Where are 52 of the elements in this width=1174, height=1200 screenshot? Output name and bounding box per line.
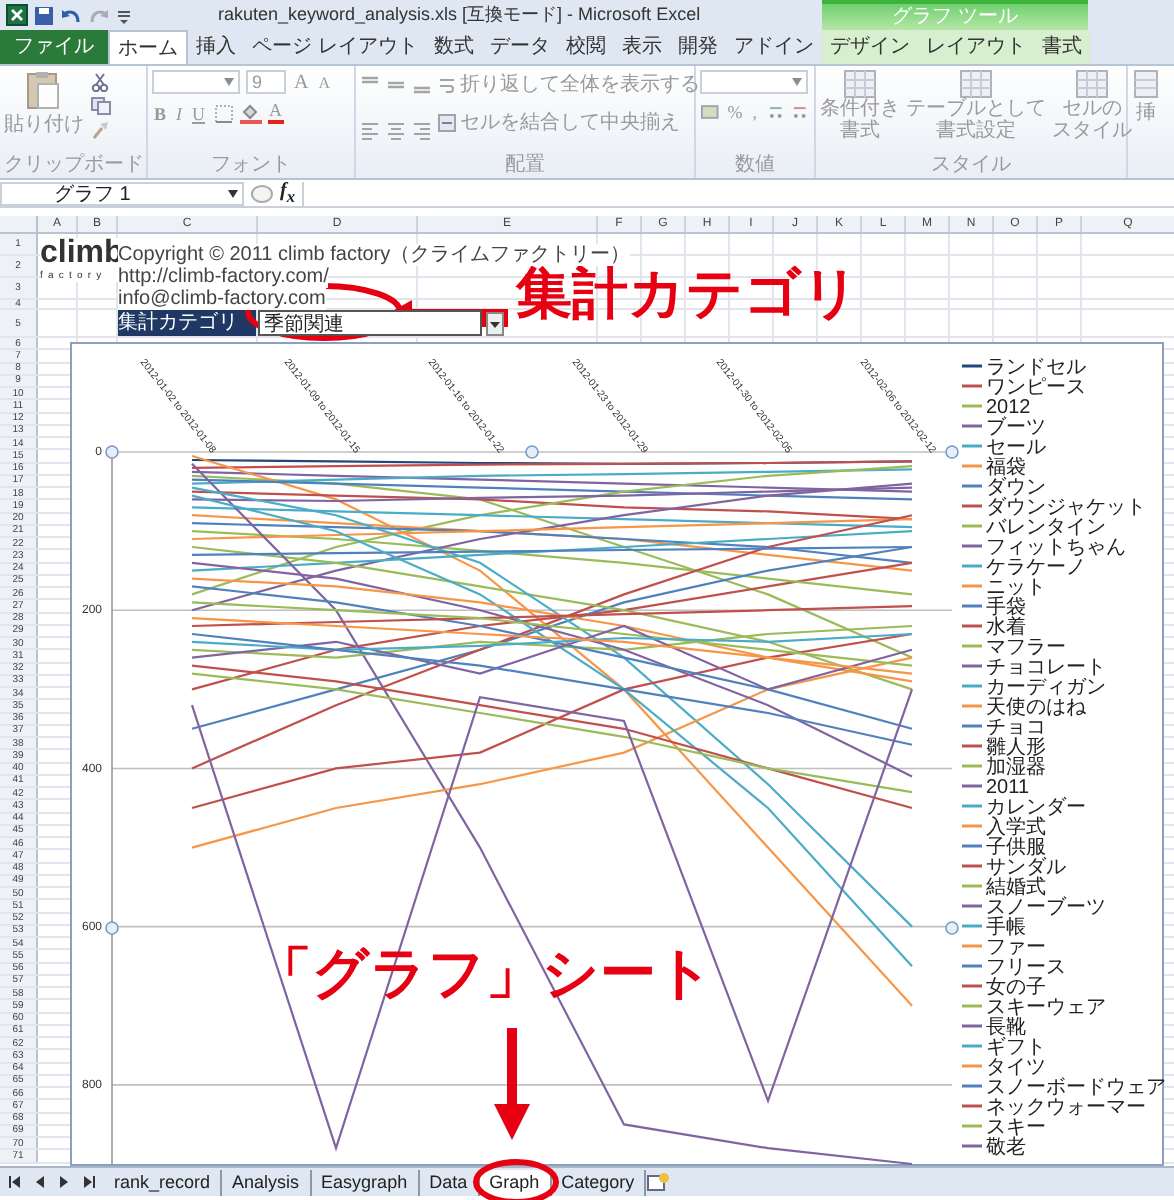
group-label: スタイル xyxy=(929,154,1013,178)
context-tab-header: グラフ ツール xyxy=(822,0,1088,30)
legend-label: 結婚式 xyxy=(986,877,1046,899)
info-text: Copyright © 2011 climb factory（クライムファクトリー） xyxy=(118,244,631,266)
legend-label: カーディガン xyxy=(986,677,1106,699)
legend-label: 福袋 xyxy=(986,457,1026,479)
legend-label: サンダル xyxy=(986,857,1066,879)
legend-label: カレンダー xyxy=(986,797,1086,819)
legend-label: ワンピース xyxy=(986,377,1086,399)
legend-label: 女の子 xyxy=(986,977,1046,999)
legend-label: セール xyxy=(986,437,1046,459)
legend-label: ダウンジャケット xyxy=(986,497,1146,519)
legend-label: 手帳 xyxy=(986,917,1026,939)
legend-label: 敬老 xyxy=(986,1137,1026,1159)
info-text: info@climb-factory.com xyxy=(118,288,326,310)
info-text: http://climb-factory.com/ xyxy=(118,266,329,288)
window-title: rakuten_keyword_analysis.xls [互換モード] - Microsoft Excel xyxy=(218,2,701,28)
legend-label: 子供服 xyxy=(986,837,1046,859)
legend-label: ランドセル xyxy=(986,357,1086,379)
legend-label: ネックウォーマー xyxy=(986,1097,1146,1119)
group-label: クリップボード xyxy=(4,154,142,178)
legend-label: 水着 xyxy=(986,617,1026,639)
category-label: 集計カテゴリ xyxy=(118,310,256,336)
legend-label: フィットちゃん xyxy=(986,537,1126,559)
group-label: 配置 xyxy=(503,154,547,178)
legend-label: バレンタイン xyxy=(986,517,1106,539)
legend-label: ファー xyxy=(986,937,1046,959)
legend-label: チョコ xyxy=(986,717,1046,739)
legend-label: ブーツ xyxy=(986,417,1046,439)
legend-label: スノーボードウェア xyxy=(986,1077,1166,1099)
legend-label: チョコレート xyxy=(986,657,1106,679)
legend-label: 雛人形 xyxy=(986,737,1046,759)
legend-label: スノーブーツ xyxy=(986,897,1106,919)
legend-label: ケラケーノ xyxy=(986,557,1086,579)
legend-label: スキーウェア xyxy=(986,997,1106,1019)
legend-label: 天使のはね xyxy=(986,697,1086,719)
legend-label: ダウン xyxy=(986,477,1046,499)
legend-label: マフラー xyxy=(986,637,1066,659)
legend-label: ギフト xyxy=(986,1037,1046,1059)
group-label: フォント xyxy=(209,154,293,178)
legend-label: ニット xyxy=(986,577,1046,599)
legend-label: 長靴 xyxy=(986,1017,1026,1039)
legend-label: 2012 xyxy=(986,397,1031,419)
annotation-text: 集計カテゴリ xyxy=(516,260,860,330)
legend-label: タイツ xyxy=(986,1057,1046,1079)
legend-label: 入学式 xyxy=(986,817,1046,839)
legend-label: フリース xyxy=(986,957,1066,979)
legend-label: 加湿器 xyxy=(986,757,1046,779)
legend-label: スキー xyxy=(986,1117,1046,1139)
group-label: 数値 xyxy=(733,154,777,178)
legend-label: 2011 xyxy=(986,777,1030,799)
legend-label: 手袋 xyxy=(986,597,1026,619)
